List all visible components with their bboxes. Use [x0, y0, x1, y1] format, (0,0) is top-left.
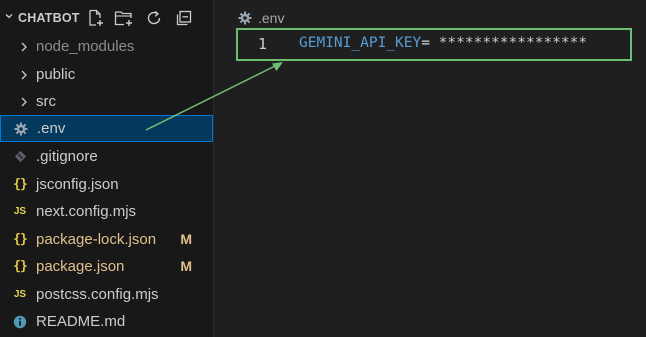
tree-file-env[interactable]: .env [0, 115, 213, 142]
chevron-down-icon[interactable] [4, 11, 14, 21]
js-icon: JS [13, 205, 27, 217]
collapse-all-icon[interactable] [174, 8, 194, 28]
env-key: GEMINI_API_KEY [299, 35, 422, 51]
json-braces-icon: {} [13, 259, 28, 274]
tree-item-label: node_modules [36, 38, 135, 55]
gear-icon [238, 11, 252, 25]
env-value: ***************** [429, 35, 588, 51]
tree-item-label: jsconfig.json [36, 176, 119, 193]
tree-folder-node-modules[interactable]: node_modules [0, 33, 213, 60]
new-file-icon[interactable] [86, 8, 106, 28]
tree-file-package-lock[interactable]: {} package-lock.json M [0, 226, 213, 253]
refresh-icon[interactable] [144, 8, 164, 28]
tree-item-label: postcss.config.mjs [36, 286, 159, 303]
breadcrumb[interactable]: .env [238, 9, 284, 27]
tree-file-jsconfig[interactable]: {} jsconfig.json [0, 171, 213, 198]
editor-area[interactable]: .env 1 GEMINI_API_KEY= ***************** [214, 0, 646, 337]
code-line-highlight[interactable]: 1 GEMINI_API_KEY= ***************** [236, 28, 632, 61]
env-operator: = [421, 35, 430, 51]
modified-badge: M [180, 258, 192, 274]
chevron-right-icon [16, 94, 32, 109]
gear-icon [13, 121, 29, 136]
tree-item-label: README.md [36, 313, 126, 330]
breadcrumb-file[interactable]: .env [258, 10, 284, 26]
tree-folder-src[interactable]: src [0, 88, 213, 115]
tree-folder-public[interactable]: public [0, 61, 213, 88]
modified-badge: M [180, 231, 192, 247]
tree-item-label: next.config.mjs [36, 203, 137, 220]
tree-item-label: package-lock.json [36, 231, 157, 248]
tree-item-label: public [36, 66, 76, 83]
chevron-right-icon [16, 67, 32, 82]
new-folder-icon[interactable] [114, 8, 134, 28]
chevron-right-icon [16, 39, 32, 54]
info-icon [12, 314, 28, 329]
explorer-header[interactable]: CHATBOT [0, 0, 214, 36]
tree-item-label: src [36, 93, 56, 110]
tree-file-next-config[interactable]: JS next.config.mjs [0, 198, 213, 225]
tree-item-label: package.json [36, 258, 125, 275]
tree-file-package-json[interactable]: {} package.json M [0, 253, 213, 280]
json-braces-icon: {} [13, 232, 28, 247]
git-icon [12, 149, 28, 164]
tree-file-gitignore[interactable]: .gitignore [0, 143, 213, 170]
tree-item-label: .gitignore [36, 148, 98, 165]
tree-file-readme[interactable]: README.md [0, 308, 213, 335]
json-braces-icon: {} [13, 177, 28, 192]
tree-file-postcss-config[interactable]: JS postcss.config.mjs [0, 281, 213, 308]
code-text[interactable]: GEMINI_API_KEY= ***************** [299, 35, 587, 51]
explorer-sidebar: CHATBOT node_modules public src .env .gi… [0, 0, 214, 337]
js-icon: JS [13, 288, 27, 300]
line-number: 1 [258, 35, 268, 53]
explorer-folder-title[interactable]: CHATBOT [18, 11, 80, 25]
tree-item-label: .env [37, 120, 66, 137]
